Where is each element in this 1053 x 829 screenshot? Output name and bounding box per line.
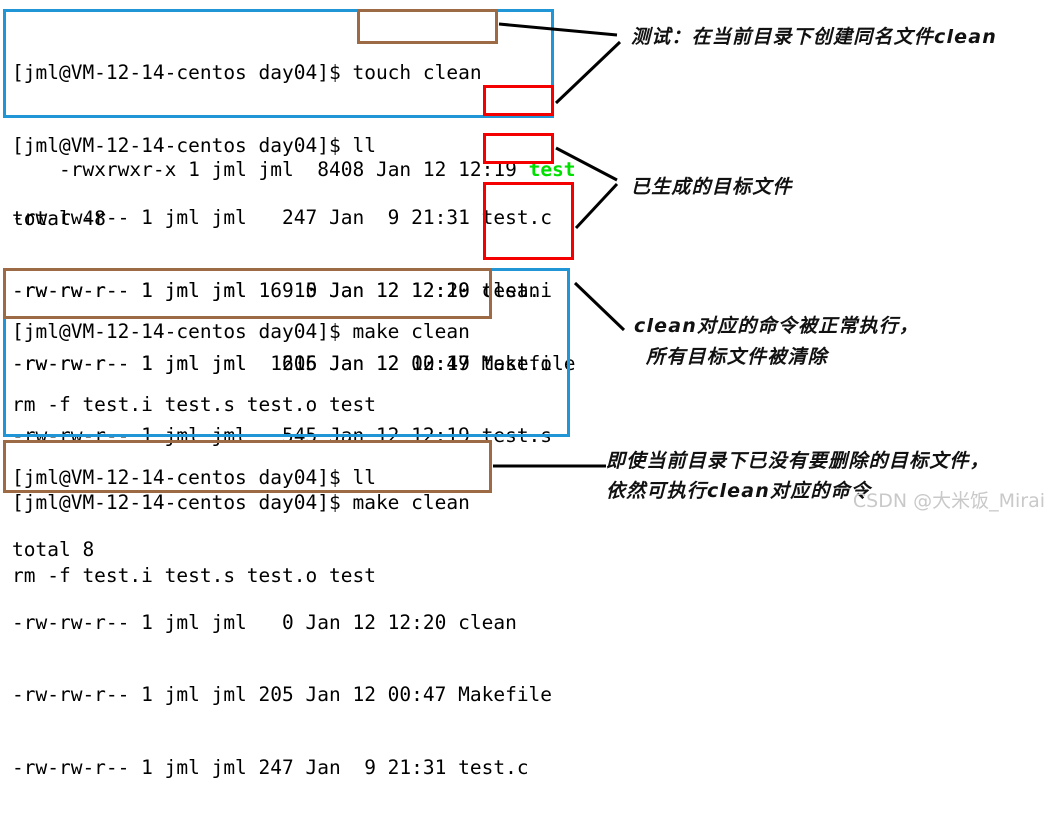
terminal-line: -rw-rw-r-- 1 jml jml 247 Jan 9 21:31 tes… [12, 756, 529, 780]
annotation-note-3-line-1: clean对应的命令被正常执行， [634, 315, 920, 337]
annotation-note-2: 已生成的目标文件 [631, 176, 793, 198]
csdn-watermark: CSDN @大米饭_Mirai [852, 490, 1045, 512]
annotation-note-4-line-2: 依然可执行clean对应的命令 [606, 480, 872, 502]
screenshot-root: [jml@VM-12-14-centos day04]$ touch clean… [0, 0, 1053, 779]
terminal-line: -rw-rw-r-- 1 jml jml 205 Jan 12 00:47 Ma… [12, 683, 553, 707]
annotation-note-1: 测试：在当前目录下创建同名文件clean [631, 26, 998, 48]
annotation-leader-lines [493, 22, 626, 468]
terminal-line: rm -f test.i test.s test.o test [12, 564, 376, 588]
annotation-note-3-line-2: 所有目标文件被清除 [646, 346, 828, 368]
annotation-note-4-line-1: 即使当前目录下已没有要删除的目标文件， [606, 450, 990, 472]
